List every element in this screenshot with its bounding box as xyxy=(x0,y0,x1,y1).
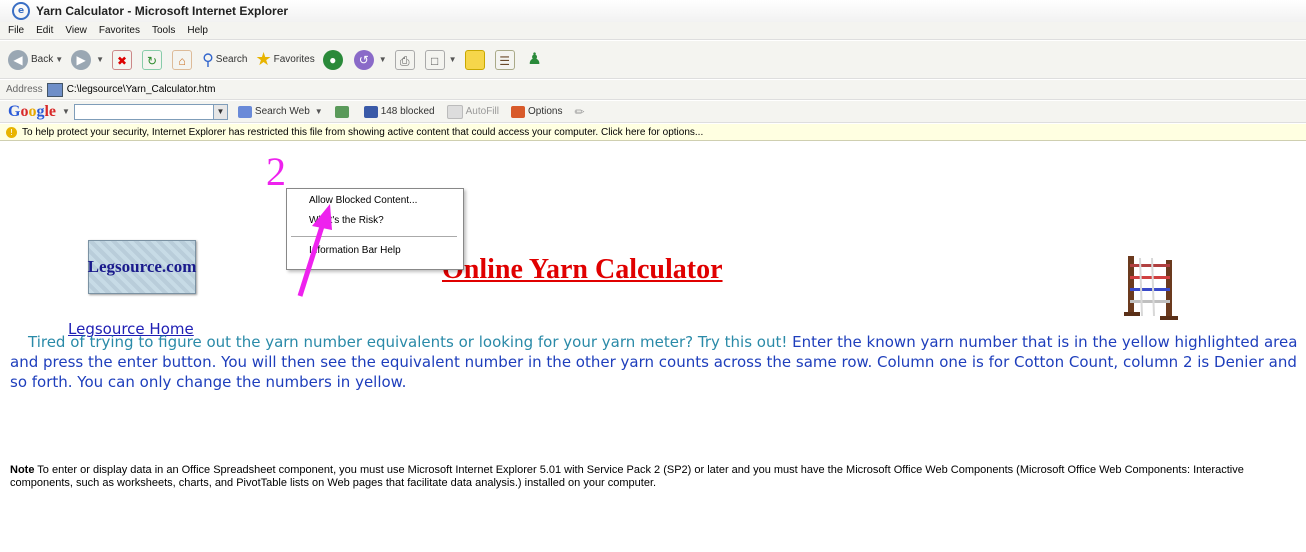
intro-paragraph: Tired of trying to figure out the yarn n… xyxy=(10,332,1304,392)
autofill-button[interactable]: AutoFill xyxy=(446,104,499,119)
address-field[interactable]: C:\legsource\Yarn_Calculator.htm xyxy=(46,82,216,98)
folder-icon xyxy=(464,49,485,70)
back-dropdown-icon[interactable]: ▼ xyxy=(55,55,63,64)
page-icon xyxy=(46,82,63,97)
search-web-dropdown-icon[interactable]: ▼ xyxy=(315,107,323,116)
note-text: To enter or display data in an Office Sp… xyxy=(10,464,1244,489)
refresh-icon: ↻ xyxy=(142,49,163,70)
search-label: Search xyxy=(215,54,248,65)
menu-help[interactable]: Help xyxy=(187,25,208,36)
favorites-label: Favorites xyxy=(273,54,315,65)
google-search-history-dropdown[interactable]: ▼ xyxy=(213,103,228,120)
history-icon: ↺ xyxy=(353,49,374,70)
google-menu-dropdown-icon[interactable]: ▼ xyxy=(62,107,70,116)
print-icon: ⎙ xyxy=(394,49,415,70)
back-button[interactable]: ◀ Back ▼ xyxy=(8,49,63,70)
edit-dropdown-icon[interactable]: ▼ xyxy=(449,55,457,64)
legsource-logo[interactable]: Legsource.com xyxy=(88,240,196,294)
popup-blocker-button[interactable]: 148 blocked xyxy=(363,105,435,118)
research-button[interactable]: ☰ xyxy=(494,49,517,70)
history-dropdown-icon[interactable]: ▼ xyxy=(379,55,387,64)
information-bar[interactable]: ! To help protect your security, Interne… xyxy=(0,124,1306,141)
search-icon: ⚲ xyxy=(202,51,214,69)
highlighter-icon[interactable]: ✏ xyxy=(574,105,584,119)
pagerank-icon xyxy=(334,105,349,118)
refresh-button[interactable]: ↻ xyxy=(142,49,164,70)
forward-button[interactable]: ▶ ▼ xyxy=(71,49,104,70)
favorites-button[interactable]: ★ Favorites xyxy=(255,49,314,70)
menu-view[interactable]: View xyxy=(65,25,87,36)
edit-button[interactable]: □ ▼ xyxy=(424,49,457,70)
discuss-button[interactable] xyxy=(464,49,487,70)
options-label: Options xyxy=(527,106,563,117)
autofill-icon xyxy=(446,104,463,119)
search-web-icon xyxy=(237,105,252,118)
internet-explorer-icon: e xyxy=(12,2,30,20)
address-label: Address xyxy=(6,84,43,95)
options-icon xyxy=(510,105,525,118)
menu-file[interactable]: File xyxy=(8,25,24,36)
favorites-star-icon: ★ xyxy=(255,49,272,69)
home-button[interactable]: ⌂ xyxy=(172,49,194,70)
home-icon: ⌂ xyxy=(172,49,193,70)
research-icon: ☰ xyxy=(494,49,515,70)
address-value: C:\legsource\Yarn_Calculator.htm xyxy=(66,84,216,95)
note-label: Note xyxy=(10,464,35,476)
google-logo-button[interactable]: Google xyxy=(8,103,56,121)
messenger-button[interactable]: ♟ xyxy=(525,50,547,70)
standard-toolbar: ◀ Back ▼ ▶ ▼ ✖ ↻ ⌂ ⚲ Search ★ Favorites … xyxy=(0,41,1306,79)
media-icon: ● xyxy=(322,49,343,70)
forward-dropdown-icon[interactable]: ▼ xyxy=(96,55,104,64)
stop-icon: ✖ xyxy=(112,49,133,70)
window-titlebar: e Yarn Calculator - Microsoft Internet E… xyxy=(0,0,1306,23)
menu-tools[interactable]: Tools xyxy=(152,25,175,36)
google-toolbar: Google ▼ ▼ Search Web ▼ 148 blocked Auto… xyxy=(0,101,1306,123)
information-bar-text: To help protect your security, Internet … xyxy=(22,126,704,138)
search-web-button[interactable]: Search Web ▼ xyxy=(237,105,323,118)
menu-edit[interactable]: Edit xyxy=(36,25,53,36)
edit-icon: □ xyxy=(424,49,445,70)
search-web-label: Search Web xyxy=(254,106,310,117)
popup-blocker-icon xyxy=(363,105,378,118)
logo-text: Legsource.com xyxy=(87,257,197,276)
yarn-loom-image xyxy=(1124,256,1178,320)
history-button[interactable]: ↺ ▼ xyxy=(353,49,387,70)
stop-button[interactable]: ✖ xyxy=(112,49,134,70)
back-arrow-icon: ◀ xyxy=(8,49,28,70)
annotation-arrow-icon xyxy=(297,204,332,297)
google-search-input[interactable] xyxy=(73,103,214,120)
shield-warning-icon: ! xyxy=(6,126,17,138)
menu-favorites[interactable]: Favorites xyxy=(99,25,140,36)
media-button[interactable]: ● xyxy=(322,49,346,70)
pagerank-button[interactable] xyxy=(334,105,352,118)
print-button[interactable]: ⎙ xyxy=(394,49,417,70)
messenger-icon: ♟ xyxy=(527,50,542,68)
search-button[interactable]: ⚲ Search xyxy=(202,50,247,70)
address-bar: Address C:\legsource\Yarn_Calculator.htm xyxy=(0,80,1306,100)
page-title: Online Yarn Calculator xyxy=(442,254,723,285)
autofill-label: AutoFill xyxy=(465,106,499,117)
forward-arrow-icon: ▶ xyxy=(71,49,92,70)
note-paragraph: Note To enter or display data in an Offi… xyxy=(10,464,1300,490)
annotation-step-number: 2 xyxy=(266,149,286,194)
menu-bar: File Edit View Favorites Tools Help xyxy=(0,22,1306,40)
options-button[interactable]: Options xyxy=(510,105,563,118)
window-title: Yarn Calculator - Microsoft Internet Exp… xyxy=(36,4,289,18)
back-label: Back xyxy=(31,54,54,65)
intro-question: Tired of trying to figure out the yarn n… xyxy=(28,333,793,351)
blocked-label: 148 blocked xyxy=(380,106,435,117)
